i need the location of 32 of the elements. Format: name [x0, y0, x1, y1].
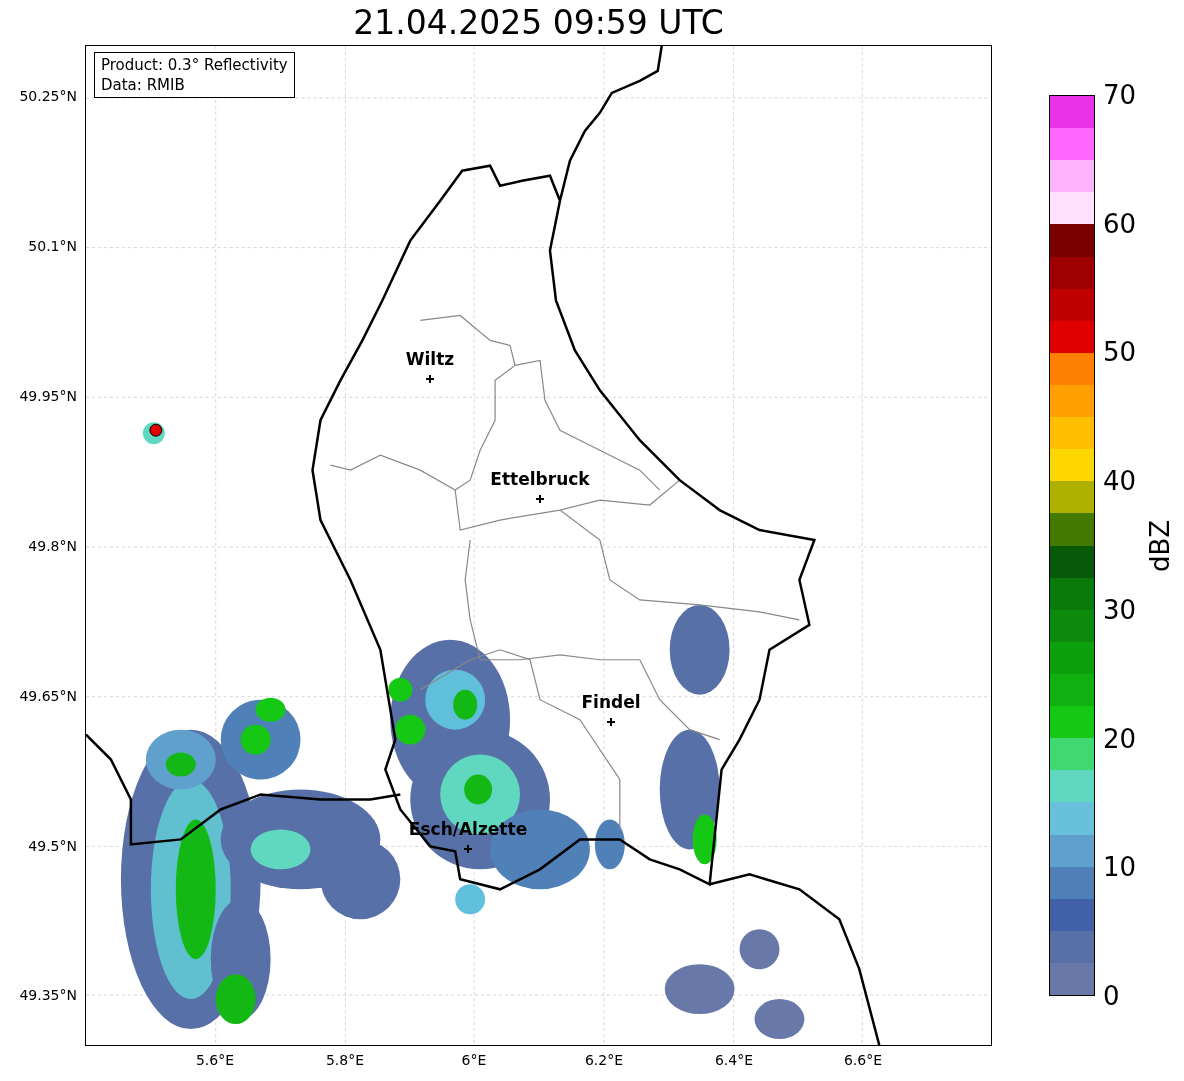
colorbar-tick-label: 10 — [1103, 854, 1137, 881]
city-marker-icon — [536, 495, 544, 503]
y-tick-label: 49.5°N — [28, 839, 77, 853]
chart-title: 21.04.2025 09:59 UTC — [353, 6, 724, 39]
city-marker-icon — [464, 845, 472, 853]
x-tick-label: 6°E — [461, 1053, 487, 1067]
colorbar-tick-label: 40 — [1103, 468, 1137, 495]
colorbar-axis-label: dBZ — [1147, 519, 1173, 572]
y-tick-label: 49.65°N — [19, 689, 77, 703]
x-tick-label: 6.6°E — [843, 1053, 883, 1067]
x-tick-label: 6.4°E — [714, 1053, 754, 1067]
y-tick-label: 49.35°N — [19, 988, 77, 1002]
colorbar-tick-label: 50 — [1103, 339, 1137, 366]
colorbar-tick-label: 0 — [1103, 983, 1120, 1009]
y-tick-label: 49.8°N — [28, 539, 77, 553]
info-text: Data: RMIB — [101, 75, 186, 95]
y-tick-label: 50.1°N — [28, 239, 77, 253]
city-marker-icon — [426, 375, 434, 383]
city-label: Wiltz — [405, 351, 455, 368]
colorbar-tick-label: 30 — [1103, 596, 1137, 623]
colorbar-tick-label: 20 — [1103, 725, 1137, 752]
city-label: Ettelbruck — [490, 471, 590, 488]
y-tick-label: 50.25°N — [19, 89, 77, 103]
colorbar-tick-label: 70 — [1103, 82, 1137, 108]
x-tick-label: 5.8°E — [325, 1053, 365, 1067]
info-text: Product: 0.3° Reflectivity — [101, 55, 288, 75]
city-label: Findel — [581, 694, 641, 711]
city-marker-icon — [607, 718, 615, 726]
y-tick-label: 49.95°N — [19, 389, 77, 403]
colorbar-tick-label: 60 — [1103, 210, 1137, 237]
x-tick-label: 5.6°E — [195, 1053, 235, 1067]
x-tick-label: 6.2°E — [584, 1053, 624, 1067]
